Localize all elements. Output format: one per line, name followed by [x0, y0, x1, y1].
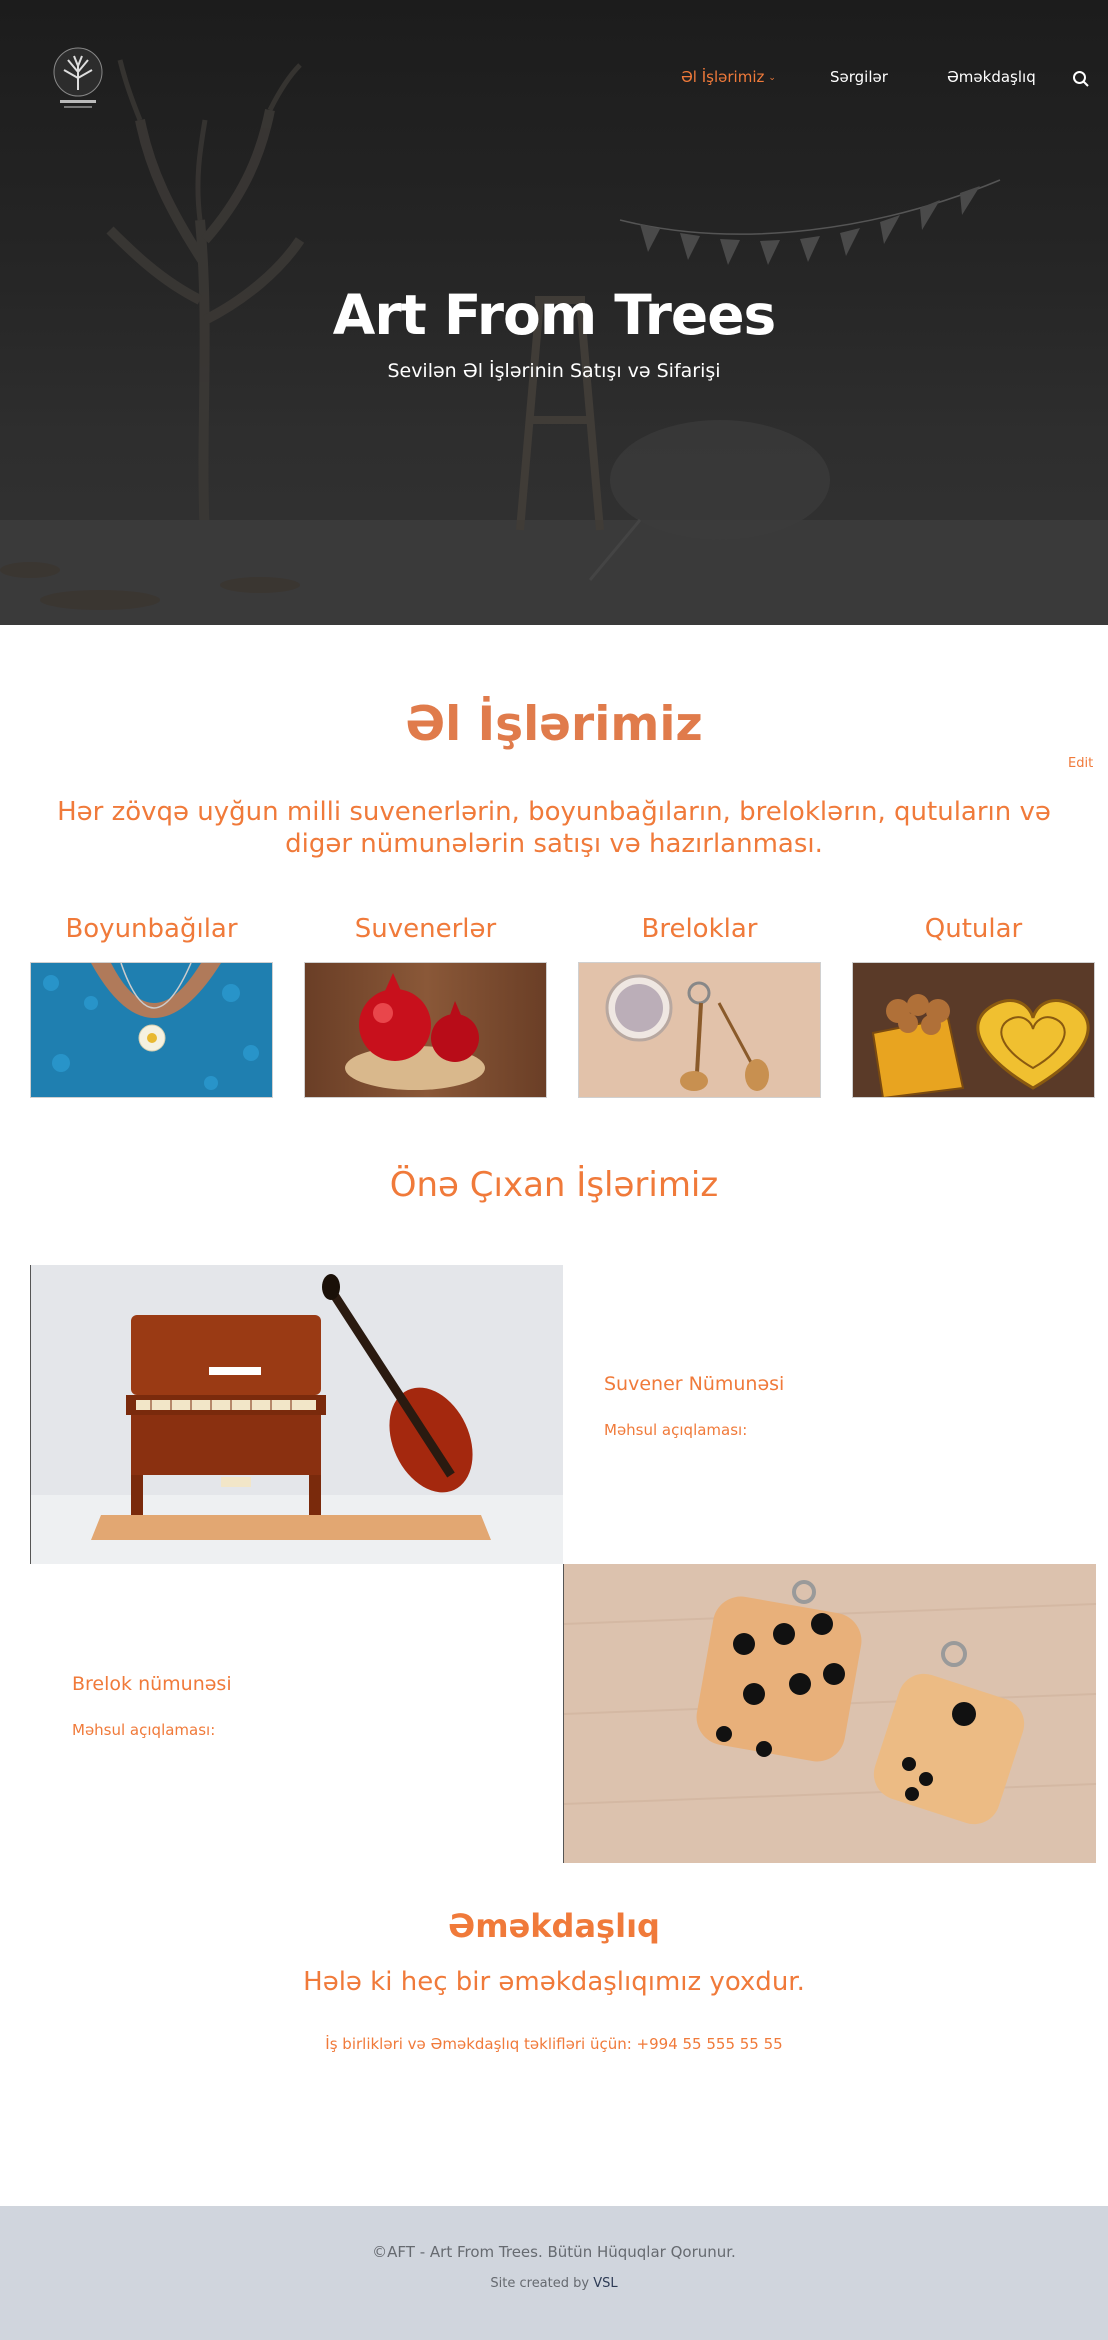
featured-item-souvenir: Suvener Nümunəsi Məhsul açıqlaması: — [604, 1373, 784, 1439]
featured-item-description: Məhsul açıqlaması: — [604, 1421, 748, 1439]
hero-title: Art From Trees — [332, 283, 777, 347]
wooden-dice-keychain-photo[interactable] — [563, 1564, 1096, 1863]
necklace-photo[interactable] — [30, 962, 273, 1098]
keychain-instruments-photo[interactable] — [578, 962, 821, 1098]
credit-prefix: Site created by — [490, 2276, 590, 2291]
category-necklaces[interactable]: Boyunbağılar — [30, 914, 273, 1098]
search-icon[interactable] — [1072, 70, 1090, 88]
category-keychains[interactable]: Breloklar — [578, 914, 821, 1098]
featured-item-description: Məhsul açıqlaması: — [72, 1721, 216, 1739]
chevron-down-icon: ⌄ — [768, 73, 776, 83]
category-souvenirs[interactable]: Suvenerlər — [304, 914, 547, 1098]
credit-link[interactable]: VSL — [593, 2276, 617, 2291]
category-label: Boyunbağılar — [65, 914, 238, 944]
works-title: Əl İşlərimiz — [405, 697, 703, 752]
pomegranate-souvenir-photo[interactable] — [304, 962, 547, 1098]
cooperation-message: Hələ ki heç bir əməkdaşlıqımız yoxdur. — [303, 1967, 805, 1997]
footer-credit: Site created by VSL — [0, 2276, 1108, 2291]
category-boxes[interactable]: Qutular — [852, 914, 1095, 1098]
category-label: Qutular — [924, 914, 1023, 944]
nav-item-label: Əl İşlərimiz — [681, 68, 765, 86]
cooperation-contact: İş birlikləri və Əməkdaşlıq təklifləri ü… — [325, 2035, 783, 2053]
nav-item-cooperation[interactable]: Əməkdaşlıq — [947, 68, 1036, 86]
category-label: Suvenerlər — [354, 914, 497, 944]
featured-item-keychain: Brelok nümunəsi Məhsul açıqlaması: — [72, 1673, 232, 1739]
nav-item-exhibitions[interactable]: Sərgilər — [830, 68, 888, 86]
cooperation-title: Əməkdaşlıq — [448, 1907, 660, 1945]
edit-link[interactable]: Edit — [1068, 756, 1093, 771]
featured-item-name[interactable]: Suvener Nümunəsi — [604, 1373, 784, 1395]
hero-banner: Əl İşlərimiz ⌄ Sərgilər Əməkdaşlıq Art Fr… — [0, 0, 1108, 625]
works-intro: Hər zövqə uyğun milli suvenerlərin, boyu… — [57, 797, 1051, 859]
main-nav: Əl İşlərimiz ⌄ Sərgilər Əməkdaşlıq — [0, 68, 1108, 92]
footer-copyright: ©AFT - Art From Trees. Bütün Hüquqlar Qo… — [372, 2243, 736, 2261]
featured-title: Önə Çıxan İşlərimiz — [389, 1165, 719, 1205]
heart-box-photo[interactable] — [852, 962, 1095, 1098]
piano-violin-souvenir-photo[interactable] — [30, 1265, 563, 1564]
hero-subtitle: Sevilən Əl İşlərinin Satışı və Sifarişi — [387, 360, 721, 382]
featured-item-name[interactable]: Brelok nümunəsi — [72, 1673, 232, 1695]
category-label: Breloklar — [641, 914, 758, 944]
nav-item-handcrafts[interactable]: Əl İşlərimiz ⌄ — [681, 68, 776, 86]
footer: ©AFT - Art From Trees. Bütün Hüquqlar Qo… — [0, 2206, 1108, 2340]
